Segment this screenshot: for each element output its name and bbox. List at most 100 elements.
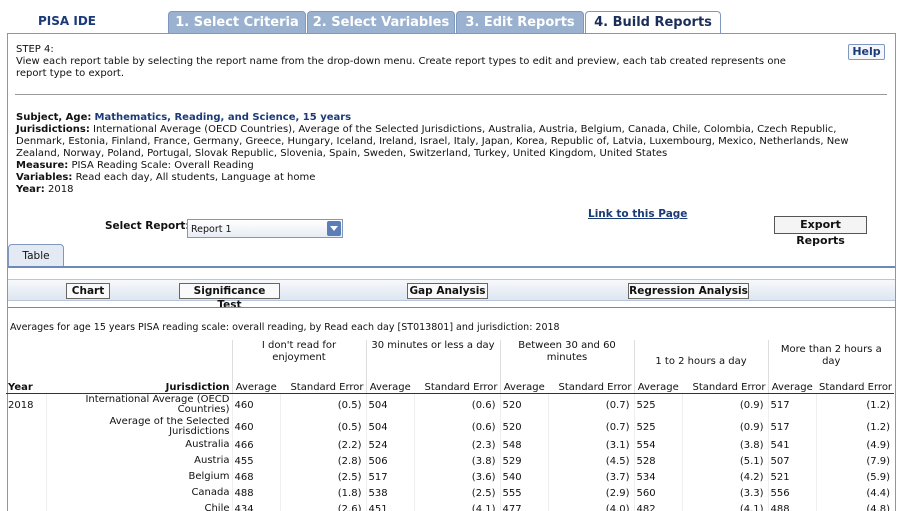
standard-error-cell: (0.6): [413, 417, 501, 437]
standard-error-cell: (1.8): [279, 485, 366, 501]
standard-error-cell: (4.4): [815, 485, 895, 501]
average-cell: 477: [499, 501, 549, 511]
standard-error-cell: (3.1): [547, 437, 635, 453]
average-column-header: Average: [499, 368, 549, 394]
average-cell: 434: [231, 501, 280, 511]
average-column-header: Average: [633, 368, 683, 394]
year-cell: 2018: [8, 399, 34, 411]
chevron-down-icon[interactable]: [327, 221, 341, 236]
help-button[interactable]: Help: [848, 44, 885, 60]
se-column-header: Standard Error: [548, 368, 635, 394]
column-group-header: More than 2 hours a day: [767, 340, 895, 368]
report-select[interactable]: Report 1: [187, 219, 343, 238]
variables-label: Variables:: [16, 172, 73, 183]
average-cell: 520: [499, 417, 549, 437]
column-group-header: 30 minutes or less a day: [365, 340, 501, 368]
average-cell: 540: [499, 469, 549, 485]
export-reports-button[interactable]: Export Reports: [774, 216, 867, 247]
average-cell: 517: [767, 417, 817, 437]
jurisdiction-cell: Average of the Selected Jurisdictions: [45, 417, 232, 437]
average-column-header: Average: [365, 368, 414, 394]
average-cell: 520: [499, 393, 549, 417]
se-column-header: Standard Error: [816, 368, 895, 394]
standard-error-cell: (4.2): [681, 469, 769, 485]
app-logo: PISA IDE: [38, 14, 96, 28]
average-cell: 541: [767, 437, 817, 453]
measure-value: PISA Reading Scale: Overall Reading: [71, 160, 254, 171]
gap-analysis-button[interactable]: Gap Analysis: [407, 283, 488, 299]
average-cell: 488: [231, 485, 280, 501]
average-cell: 506: [365, 453, 414, 469]
criteria-summary: Subject, Age: Mathematics, Reading, and …: [16, 112, 876, 196]
table-row: Average of the Selected Jurisdictions 460…: [6, 417, 895, 437]
standard-error-cell: (4.1): [681, 501, 769, 511]
standard-error-cell: (0.7): [547, 417, 635, 437]
standard-error-cell: (5.1): [681, 453, 769, 469]
tab-edit-reports[interactable]: 3. Edit Reports: [456, 11, 584, 33]
standard-error-cell: (3.7): [547, 469, 635, 485]
measure-label: Measure:: [16, 160, 69, 171]
jurisdictions-label: Jurisdictions:: [16, 124, 90, 135]
average-cell: 534: [633, 469, 683, 485]
jurisdiction-cell: Canada: [45, 485, 232, 501]
average-cell: 507: [767, 453, 817, 469]
standard-error-cell: (2.6): [279, 501, 366, 511]
average-cell: 555: [499, 485, 549, 501]
standard-error-cell: (2.8): [279, 453, 366, 469]
subject-value: Mathematics, Reading, and Science, 15 ye…: [94, 112, 352, 123]
report-toolbar: Chart Significance Test Gap Analysis Reg…: [8, 279, 895, 311]
average-cell: 525: [633, 417, 683, 437]
tab-select-variables[interactable]: 2. Select Variables: [307, 11, 455, 33]
standard-error-cell: (1.2): [815, 417, 895, 437]
average-cell: 451: [365, 501, 414, 511]
link-to-page[interactable]: Link to this Page: [588, 208, 687, 220]
standard-error-cell: (0.5): [279, 393, 366, 417]
average-cell: 488: [767, 501, 817, 511]
table-row: 2018 International Average (OECD Countrie…: [6, 393, 895, 417]
se-column-header: Standard Error: [682, 368, 769, 394]
average-cell: 504: [365, 393, 414, 417]
tab-select-criteria[interactable]: 1. Select Criteria: [168, 11, 306, 33]
average-cell: 517: [365, 469, 414, 485]
average-cell: 524: [365, 437, 414, 453]
tab-table[interactable]: Table: [8, 244, 64, 266]
column-group-header: 1 to 2 hours a day: [633, 340, 769, 368]
regression-analysis-button[interactable]: Regression Analysis: [628, 283, 749, 299]
jurisdictions-value: International Average (OECD Countries), …: [16, 124, 849, 159]
chart-button[interactable]: Chart: [66, 283, 110, 299]
column-group-header: I don't read for enjoyment: [231, 340, 366, 368]
average-cell: 521: [767, 469, 817, 485]
standard-error-cell: (4.8): [815, 501, 895, 511]
standard-error-cell: (4.9): [815, 437, 895, 453]
main-tabs: 1. Select Criteria 2. Select Variables 3…: [168, 11, 722, 34]
step-title: STEP 4:: [16, 44, 54, 55]
standard-error-cell: (2.5): [279, 469, 366, 485]
average-cell: 460: [231, 393, 280, 417]
table-row: Austria 455 (2.8) 506 (3.8) 529 (4.5) 528 (5.1) 5…: [6, 453, 895, 469]
year-column-header: Year: [6, 368, 46, 394]
standard-error-cell: (0.6): [413, 393, 501, 417]
tab-build-reports[interactable]: 4. Build Reports: [585, 11, 721, 34]
jurisdiction-column-header: Jurisdiction: [46, 368, 232, 394]
year-label: Year:: [16, 184, 45, 195]
significance-test-button[interactable]: Significance Test: [179, 283, 280, 311]
jurisdiction-cell: Austria: [45, 453, 232, 469]
divider: [8, 266, 895, 268]
average-cell: 504: [365, 417, 414, 437]
results-table: I don't read for enjoyment 30 minutes or…: [6, 340, 895, 511]
standard-error-cell: (0.5): [279, 417, 366, 437]
variables-value: Read each day, All students, Language at…: [75, 172, 316, 183]
standard-error-cell: (2.3): [413, 437, 501, 453]
table-row: Chile 434 (2.6) 451 (4.1) 477 (4.0) 482 (4.1) 488…: [6, 501, 895, 511]
average-cell: 560: [633, 485, 683, 501]
se-column-header: Standard Error: [414, 368, 501, 394]
standard-error-cell: (0.9): [681, 393, 769, 417]
year-cell: [6, 485, 46, 501]
standard-error-cell: (4.0): [547, 501, 635, 511]
se-column-header: Standard Error: [280, 368, 366, 394]
standard-error-cell: (2.5): [413, 485, 501, 501]
step-description: View each report table by selecting the …: [16, 56, 786, 79]
average-cell: 556: [767, 485, 817, 501]
standard-error-cell: (3.3): [681, 485, 769, 501]
average-cell: 460: [231, 417, 280, 437]
